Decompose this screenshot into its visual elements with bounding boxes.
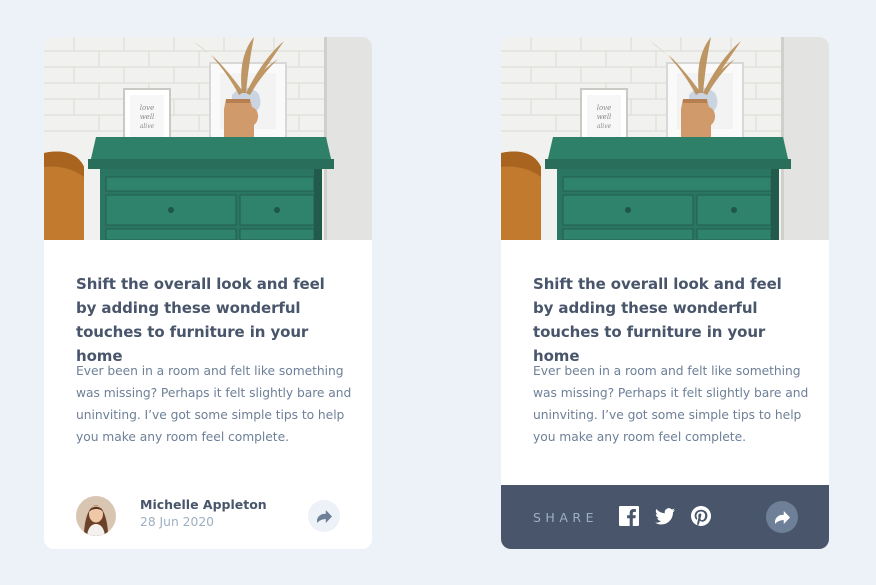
share-button[interactable] bbox=[766, 501, 798, 533]
author-avatar bbox=[76, 496, 116, 536]
share-arrow-icon bbox=[316, 509, 332, 523]
svg-text:well: well bbox=[597, 113, 612, 121]
author-name: Michelle Appleton bbox=[140, 497, 267, 512]
article-preview-card-share-active: love well alive Shift the overall look a… bbox=[501, 37, 829, 549]
svg-text:well: well bbox=[140, 113, 155, 121]
article-description: Ever been in a room and felt like someth… bbox=[533, 364, 809, 444]
publish-date: 28 Jun 2020 bbox=[140, 515, 214, 529]
article-title: Shift the overall look and feel by addin… bbox=[76, 275, 325, 365]
share-arrow-icon bbox=[774, 510, 790, 524]
drawers-photo: love well alive bbox=[44, 37, 372, 240]
drawers-photo: love well alive bbox=[501, 37, 829, 240]
svg-text:alive: alive bbox=[140, 123, 155, 130]
facebook-icon[interactable] bbox=[619, 506, 639, 526]
article-title: Shift the overall look and feel by addin… bbox=[533, 275, 782, 365]
svg-text:alive: alive bbox=[597, 123, 612, 130]
author-row: Michelle Appleton 28 Jun 2020 bbox=[76, 496, 340, 536]
article-description: Ever been in a room and felt like someth… bbox=[76, 364, 352, 444]
share-bar: SHARE bbox=[501, 485, 829, 549]
svg-text:love: love bbox=[597, 104, 612, 112]
share-label: SHARE bbox=[533, 510, 598, 525]
pinterest-icon[interactable] bbox=[691, 506, 711, 526]
article-preview-card: love well alive Shift the overall look a… bbox=[44, 37, 372, 549]
svg-text:love: love bbox=[140, 104, 155, 112]
twitter-icon[interactable] bbox=[655, 506, 675, 526]
share-button[interactable] bbox=[308, 500, 340, 532]
